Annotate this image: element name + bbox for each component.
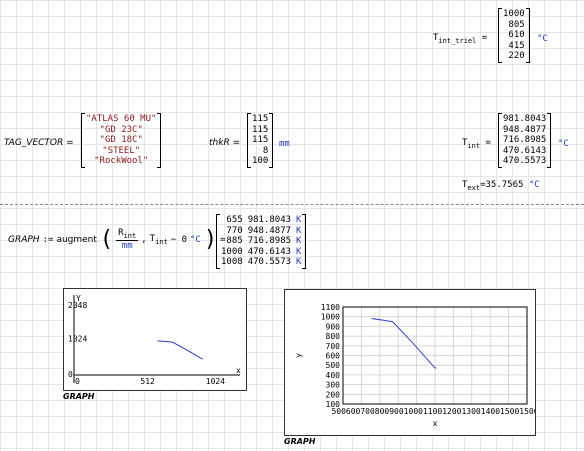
t-int-triel-label: Tint_triel = [433,33,488,45]
x-tick-label: 0 [75,377,80,386]
matrix-cell: "RockWool" [94,156,149,166]
y-tick-label: 700 [326,342,341,351]
matrix-cell: "GD 23C" [99,124,143,135]
matrix-cell: 220 [508,51,525,61]
matrix-cell: K [296,236,302,246]
t-int-triel-matrix: 1000 805 610 415 220 [498,8,530,63]
y-tick-label: 500 [326,361,341,370]
graph-definition: GRAPH := augment ( Rint mm , Tint − 0 °C… [8,227,226,252]
matrix-cell: 1008 [221,257,243,267]
y-tick-label: 2048 [68,301,87,310]
matrix-cell: 100 [252,156,269,166]
x-tick-label: 512 [140,377,155,386]
y-axis-label: y [294,353,303,358]
plot-2-canvas: 1100100090080070060050040030020010050060… [294,303,535,428]
matrix-cell: 716.8985 [247,236,292,246]
matrix-cell: 948.4877 [247,225,292,236]
matrix-cell: 115 [252,114,269,124]
matrix-cell: 948.4877 [503,124,547,135]
matrix-cell: 1000 [221,246,243,257]
matrix-cell: 115 [252,135,269,145]
y-tick-label: 1100 [321,303,340,312]
region-separator [0,204,584,205]
graph-result-matrix: 655 981.8043 K 770 948.4877 K 885 716.89… [216,214,307,269]
thkr-label: thkR = [209,138,241,148]
x-tick-labels: 5006007008009001000110012001300140015001… [331,407,535,416]
matrix-cell: "ATLAS 60 MU" [86,114,157,124]
y-tick-label: 300 [326,381,341,390]
matrix-cell: K [296,225,302,236]
assign-operator: := [42,234,54,245]
open-paren: ( [99,227,114,252]
plot-1[interactable]: Yx 2048 1024 0 0 512 1024 [63,288,247,391]
t-ext-row: Text=35.7565 °C [462,180,540,192]
t-int-unit: °C [558,139,569,149]
matrix-cell: 470.6143 [247,246,292,257]
matrix-cell: 805 [508,19,525,30]
matrix-cell: 470.6143 [503,145,547,156]
matrix-cell: 415 [508,40,525,51]
matrix-cell: 8 [262,145,269,156]
matrix-cell: 885 [226,236,243,246]
y-tick-label: 0 [68,370,73,379]
matrix-cell: 981.8043 [503,114,547,124]
x-axis-label: x [236,366,241,375]
thkr-unit: mm [279,139,290,149]
y-tick-label: 1024 [68,334,87,343]
matrix-cell: 470.5573 [247,257,292,267]
plot-2[interactable]: 1100 1000 900 800 700 600 500 400 300 200 100 50060… [284,289,536,436]
t-ext-unit: °C [528,180,540,190]
y-tick-label: 900 [326,322,341,331]
matrix-cell: 716.8985 [503,135,547,145]
y-tick-label: 200 [326,390,341,399]
matrix-cell: "GD 18C" [99,135,143,145]
augment-func: augment [56,234,97,245]
matrix-cell: 655 [226,215,243,225]
x-axis-label: x [433,419,438,428]
matrix-cell: 981.8043 [247,215,292,225]
matrix-cell: K [296,246,302,257]
plot-1-canvas: Yx2048102400 512 1024 [68,294,241,386]
t-int-label: Tint = [462,138,491,150]
matrix-cell: K [296,257,302,267]
y-tick-label: 1000 [321,313,340,322]
matrix-cell: 470.5573 [503,156,547,166]
graph-lhs: GRAPH [8,234,40,245]
y-tick-label: 400 [326,371,341,380]
tag-vector-label: TAG_VECTOR = [4,138,74,148]
matrix-cell: 1000 [503,9,525,19]
y-tick-label: 600 [326,352,341,361]
thkr-matrix: 115 115 115 8 100 [247,113,274,168]
plot-1-caption: GRAPH [63,392,95,401]
t-int-matrix: 981.8043 948.4877 716.8985 470.6143 470.… [498,113,552,168]
y-tick-label: 800 [326,332,341,341]
matrix-cell: "STEEL" [102,145,141,156]
t-int-triel-unit: °C [537,34,548,44]
matrix-cell: K [296,215,302,225]
x-tick-label: 1024 [206,377,225,386]
tag-vector-matrix: "ATLAS 60 MU" "GD 23C" "GD 18C" "STEEL" … [81,113,162,168]
matrix-cell: 770 [226,225,243,236]
series-line [157,340,203,360]
matrix-cell: 115 [252,124,269,135]
matrix-cell: 610 [508,30,525,40]
fraction: Rint mm [116,228,139,251]
plot-2-caption: GRAPH [284,437,316,446]
t-ext-value: 35.7565 [485,180,524,190]
series-line [371,317,437,369]
